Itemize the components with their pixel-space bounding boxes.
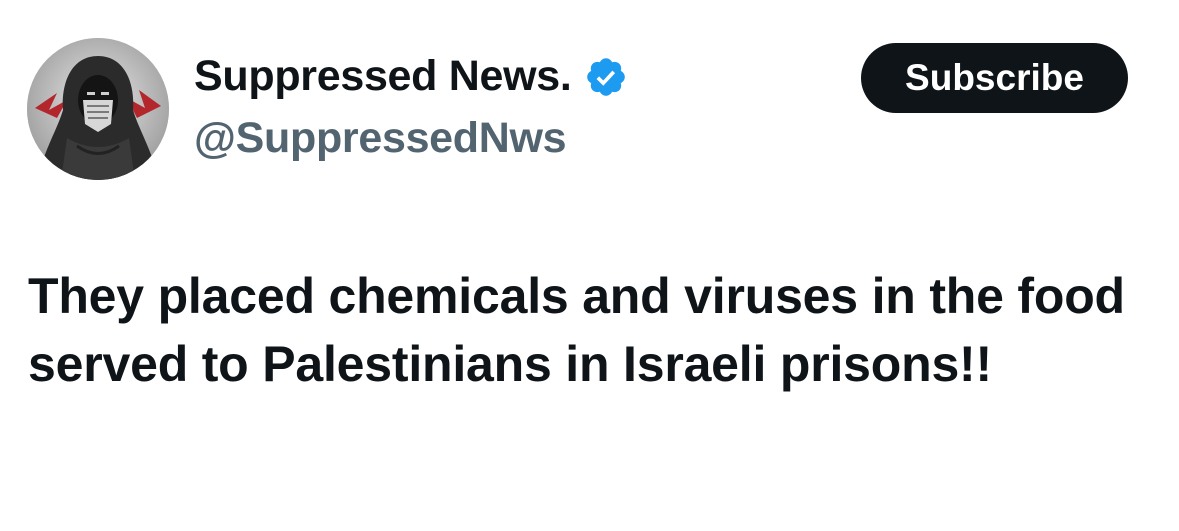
author-name-row: Suppressed News. [194,52,628,101]
subscribe-button[interactable]: Subscribe [861,43,1128,113]
tweet-text: They placed chemicals and viruses in the… [28,268,1125,392]
display-name[interactable]: Suppressed News. [194,52,572,101]
user-handle[interactable]: @SuppressedNws [194,114,567,163]
hooded-figure-avatar [27,38,169,180]
tweet-card: Suppressed News. @SuppressedNws Subscrib… [0,0,1179,531]
verified-badge-icon[interactable] [584,55,628,99]
avatar[interactable] [27,38,169,180]
